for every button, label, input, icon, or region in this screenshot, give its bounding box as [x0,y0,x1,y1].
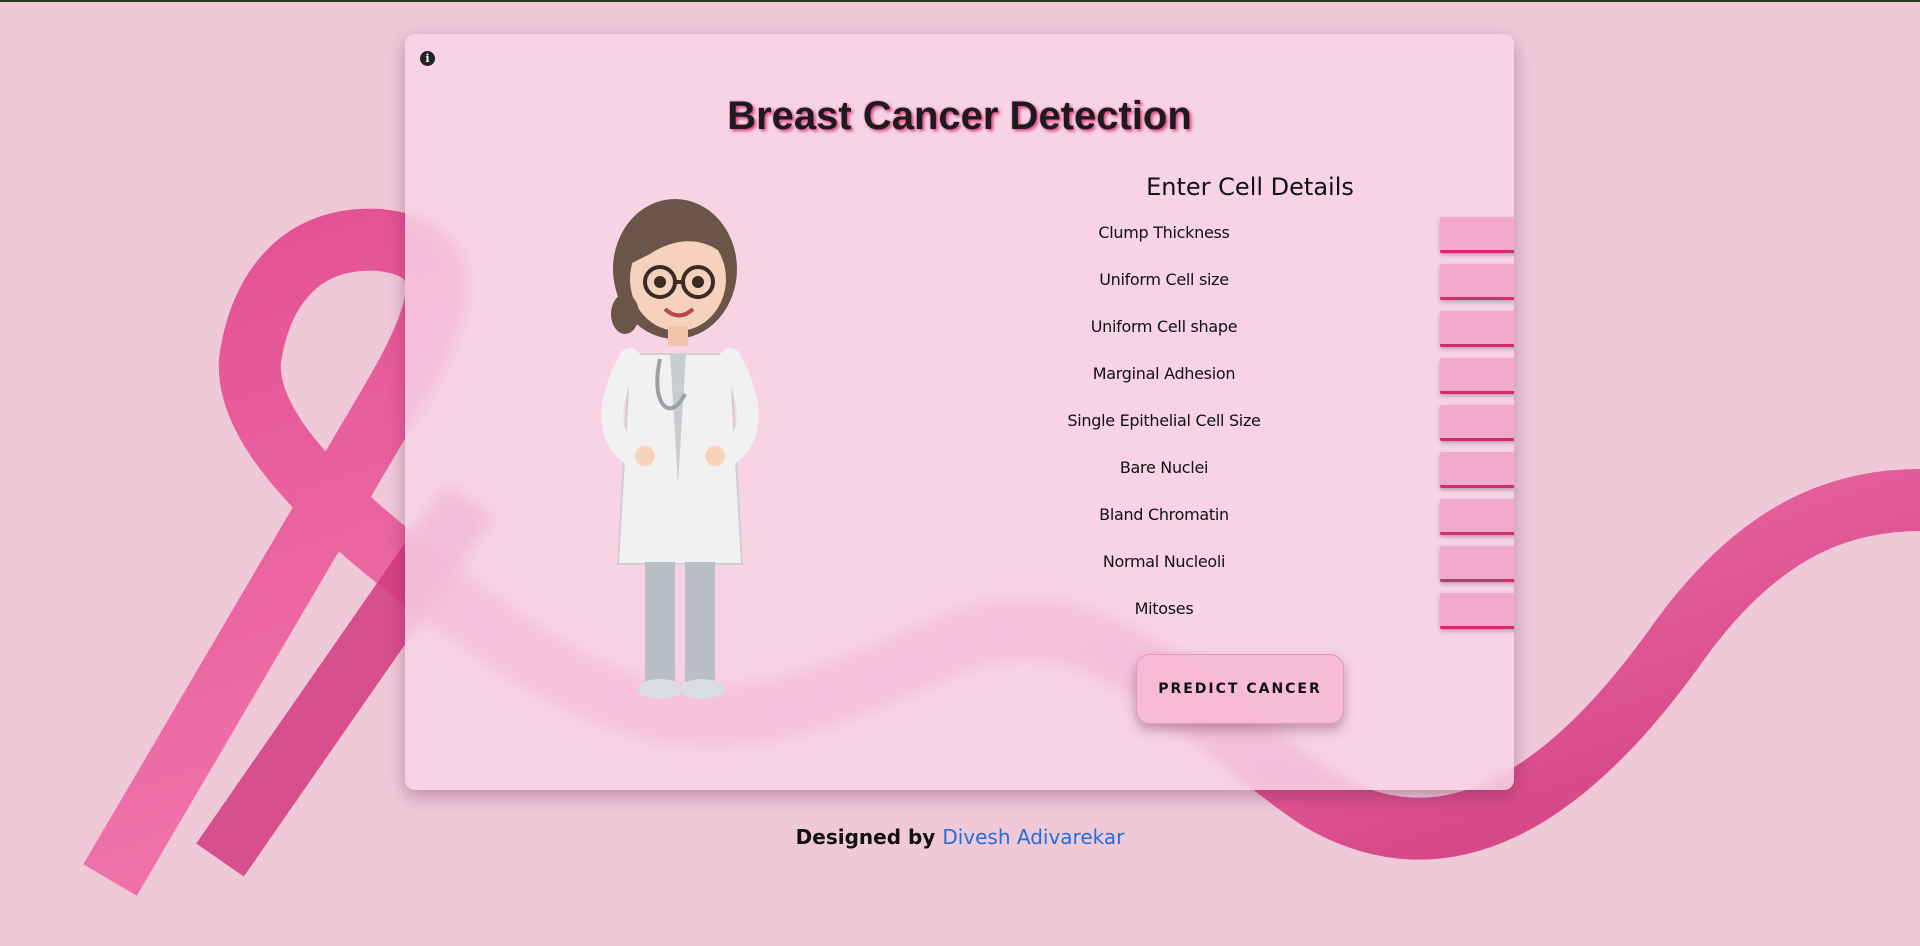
form-row-normal-nucleoli: Normal Nucleoli [1005,546,1514,586]
info-icon[interactable]: i [420,51,435,66]
form-row-single-epithelial-cell-size: Single Epithelial Cell Size [1005,405,1514,445]
footer-prefix: Designed by [795,825,936,849]
uniform-cell-shape-input[interactable] [1440,311,1514,347]
form-row-bare-nuclei: Bare Nuclei [1005,452,1514,492]
form-row-marginal-adhesion: Marginal Adhesion [1005,358,1514,398]
mitoses-input[interactable] [1440,593,1514,629]
form-row-uniform-cell-shape: Uniform Cell shape [1005,311,1514,351]
footer-credit: Designed by Divesh Adivarekar [0,825,1920,849]
form-heading: Enter Cell Details [1146,173,1354,201]
single-epithelial-cell-size-input[interactable] [1440,405,1514,441]
clump-thickness-input[interactable] [1440,217,1514,253]
doctor-illustration [601,199,759,699]
form-row-mitoses: Mitoses [1005,593,1514,633]
form-row-uniform-cell-size: Uniform Cell size [1005,264,1514,304]
field-label-bland-chromatin: Bland Chromatin [1099,505,1229,524]
author-link[interactable]: Divesh Adivarekar [942,825,1124,849]
detection-card: i Breast Cancer Detection Enter Cell Det… [405,34,1514,790]
page-title: Breast Cancer Detection [727,94,1192,138]
predict-cancer-button[interactable]: PREDICT CANCER [1136,654,1344,724]
field-label-bare-nuclei: Bare Nuclei [1119,458,1209,477]
bare-nuclei-input[interactable] [1440,452,1514,488]
field-label-uniform-cell-size: Uniform Cell size [1099,270,1229,289]
field-label-marginal-adhesion: Marginal Adhesion [1092,364,1236,383]
form-row-clump-thickness: Clump Thickness [1005,217,1514,257]
field-label-clump-thickness: Clump Thickness [1098,223,1230,242]
marginal-adhesion-input[interactable] [1440,358,1514,394]
field-label-uniform-cell-shape: Uniform Cell shape [1090,317,1238,336]
normal-nucleoli-input[interactable] [1440,546,1514,582]
field-label-single-epithelial-cell-size: Single Epithelial Cell Size [1067,411,1261,430]
uniform-cell-size-input[interactable] [1440,264,1514,300]
form-row-bland-chromatin: Bland Chromatin [1005,499,1514,539]
field-label-mitoses: Mitoses [1134,599,1194,618]
bland-chromatin-input[interactable] [1440,499,1514,535]
field-label-normal-nucleoli: Normal Nucleoli [1102,552,1226,571]
